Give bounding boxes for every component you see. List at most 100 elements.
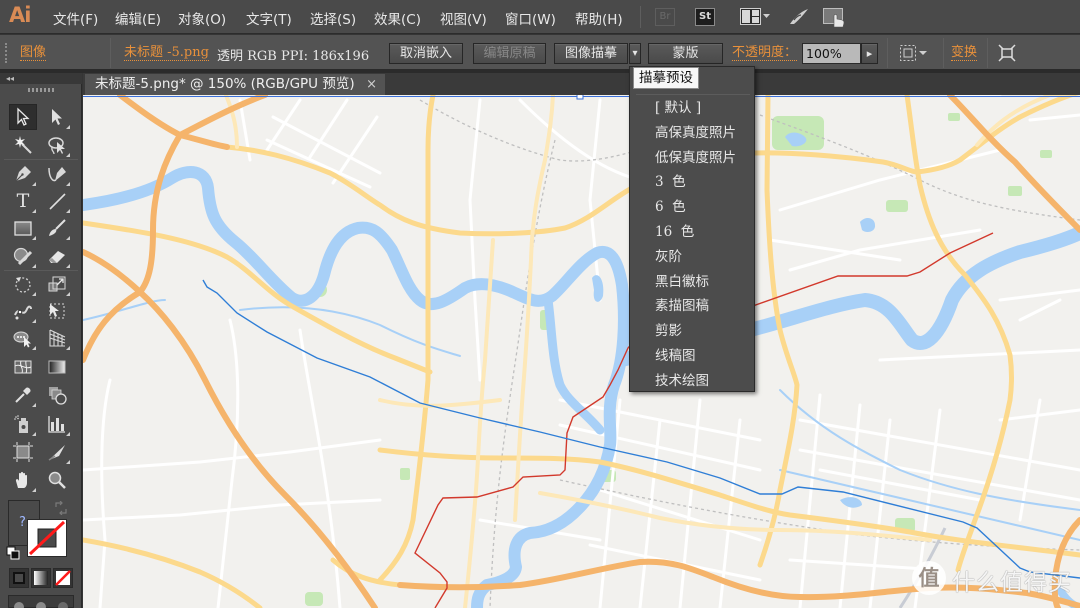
- document-canvas[interactable]: [83, 95, 1080, 608]
- preset-black-and-white-logo[interactable]: 黑白徽标: [631, 270, 753, 295]
- scale-tool[interactable]: [43, 271, 71, 297]
- opacity-label-link[interactable]: 不透明度：: [732, 45, 798, 61]
- trace-presets-dropdown-button[interactable]: ▾: [629, 43, 641, 64]
- menu-window[interactable]: 窗口(W): [505, 8, 556, 28]
- panel-grip[interactable]: [5, 43, 8, 63]
- workspace-layout-icon[interactable]: [740, 8, 772, 26]
- type-tool[interactable]: T: [9, 188, 37, 214]
- fill-unknown-glyph: ?: [19, 515, 26, 530]
- align-icon[interactable]: [899, 44, 929, 62]
- unembed-button[interactable]: 取消嵌入: [389, 43, 463, 64]
- none-mode-button[interactable]: [53, 568, 73, 588]
- pen-tool[interactable]: [9, 161, 37, 187]
- menu-object[interactable]: 对象(O): [178, 8, 226, 28]
- free-transform-tool[interactable]: [43, 298, 71, 324]
- gradient-mode-button[interactable]: [31, 568, 51, 588]
- symbol-sprayer-tool[interactable]: [9, 411, 37, 437]
- line-segment-icon: [49, 193, 66, 210]
- preset-3-colors[interactable]: 3 色: [631, 170, 753, 195]
- hand-tool[interactable]: [9, 467, 37, 493]
- map-park: [948, 113, 960, 121]
- gpu-performance-icon[interactable]: [788, 8, 810, 26]
- document-tab-title: 未标题-5.png* @ 150% (RGB/GPU 预览): [95, 76, 355, 92]
- zoom-tool[interactable]: [43, 467, 71, 493]
- menu-file[interactable]: 文件(F): [53, 8, 98, 28]
- image-trace-button[interactable]: 图像描摹: [554, 43, 628, 64]
- isolate-object-icon[interactable]: [998, 44, 1016, 62]
- shape-builder-tool[interactable]: [9, 325, 37, 351]
- line-segment-tool[interactable]: [43, 188, 71, 214]
- symbol-sprayer-icon: [14, 415, 28, 433]
- preset-default[interactable]: [ 默认 ]: [631, 96, 753, 121]
- screen-mode-buttons[interactable]: [8, 595, 74, 608]
- width-tool[interactable]: [9, 298, 37, 324]
- edit-original-button[interactable]: 编辑原稿: [473, 43, 546, 64]
- slice-tool[interactable]: [43, 439, 71, 465]
- close-tab-icon[interactable]: ×: [366, 74, 377, 95]
- collapse-panel-button[interactable]: ◂◂: [0, 73, 82, 84]
- preset-technical-drawing[interactable]: 技术绘图: [631, 369, 753, 394]
- direct-selection-tool[interactable]: [43, 104, 71, 130]
- preset-6-colors[interactable]: 6 色: [631, 195, 753, 220]
- menu-edit[interactable]: 编辑(E): [115, 8, 161, 28]
- preset-16-colors[interactable]: 16 色: [631, 220, 753, 245]
- gradient-tool[interactable]: [43, 354, 71, 380]
- selection-arrow-icon: [17, 107, 30, 126]
- shaper-tool[interactable]: [9, 243, 37, 269]
- curvature-tool[interactable]: [43, 161, 71, 187]
- opacity-slider-button[interactable]: ▸: [861, 43, 878, 64]
- selection-handle[interactable]: [576, 95, 584, 100]
- preset-high-fidelity-photo[interactable]: 高保真度照片: [631, 121, 753, 146]
- color-mode-button[interactable]: [9, 568, 29, 588]
- column-graph-tool[interactable]: [43, 411, 71, 437]
- map-park: [305, 592, 323, 606]
- preset-low-fidelity-photo[interactable]: 低保真度照片: [631, 146, 753, 171]
- curvature-pen-icon: [48, 167, 66, 182]
- object-type-link[interactable]: 图像: [20, 45, 47, 61]
- rectangle-tool[interactable]: [9, 215, 37, 241]
- placed-map-image[interactable]: [83, 95, 1080, 608]
- mask-button[interactable]: 蒙版: [648, 43, 723, 64]
- preset-sketched-art[interactable]: 素描图稿: [631, 294, 753, 319]
- perspective-grid-tool[interactable]: [43, 325, 71, 351]
- rotate-tool[interactable]: [9, 271, 37, 297]
- watermark-text: 什么值得买: [952, 570, 1072, 596]
- transform-link[interactable]: 变换: [951, 45, 978, 61]
- linked-file-name[interactable]: 未标题 -5.png: [124, 45, 209, 61]
- paintbrush-tool[interactable]: [43, 215, 71, 241]
- menu-view[interactable]: 视图(V): [440, 8, 487, 28]
- preset-grayscale[interactable]: 灰阶: [631, 245, 753, 270]
- swap-fill-stroke-icon[interactable]: [54, 500, 68, 516]
- menu-effect[interactable]: 效果(C): [374, 8, 421, 28]
- menu-select[interactable]: 选择(S): [310, 8, 356, 28]
- map-park: [400, 468, 410, 480]
- eyedropper-tool[interactable]: [9, 382, 37, 408]
- blend-tool[interactable]: [43, 382, 71, 408]
- tools-panel-grip[interactable]: [28, 88, 54, 92]
- document-tab[interactable]: 未标题-5.png* @ 150% (RGB/GPU 预览) ×: [85, 74, 385, 95]
- opacity-input[interactable]: 100%: [802, 43, 861, 64]
- menu-help[interactable]: 帮助(H): [575, 8, 623, 28]
- stroke-color-swatch[interactable]: [27, 519, 67, 557]
- screen-mode-icon: [14, 602, 68, 608]
- default-fill-stroke-icon[interactable]: [6, 545, 20, 560]
- lasso-tool[interactable]: [43, 132, 71, 158]
- selection-tool[interactable]: [9, 104, 37, 130]
- menu-type[interactable]: 文字(T): [246, 8, 292, 28]
- stock-icon[interactable]: St: [695, 8, 715, 26]
- mesh-tool[interactable]: [9, 354, 37, 380]
- bridge-icon[interactable]: Br: [655, 8, 675, 26]
- gradient-icon: [48, 360, 66, 374]
- magic-wand-tool[interactable]: [9, 132, 37, 158]
- eraser-tool[interactable]: [43, 243, 71, 269]
- preset-silhouettes[interactable]: 剪影: [631, 319, 753, 344]
- artboard-tool[interactable]: [9, 439, 37, 465]
- map-park: [886, 200, 908, 212]
- map-park: [1040, 150, 1052, 158]
- preset-line-art[interactable]: 线稿图: [631, 344, 753, 369]
- menu-separator: [636, 94, 750, 95]
- eraser-icon: [49, 251, 65, 263]
- slice-knife-icon: [48, 445, 65, 461]
- touch-workspace-icon[interactable]: [823, 8, 847, 28]
- map-lake: [860, 218, 876, 233]
